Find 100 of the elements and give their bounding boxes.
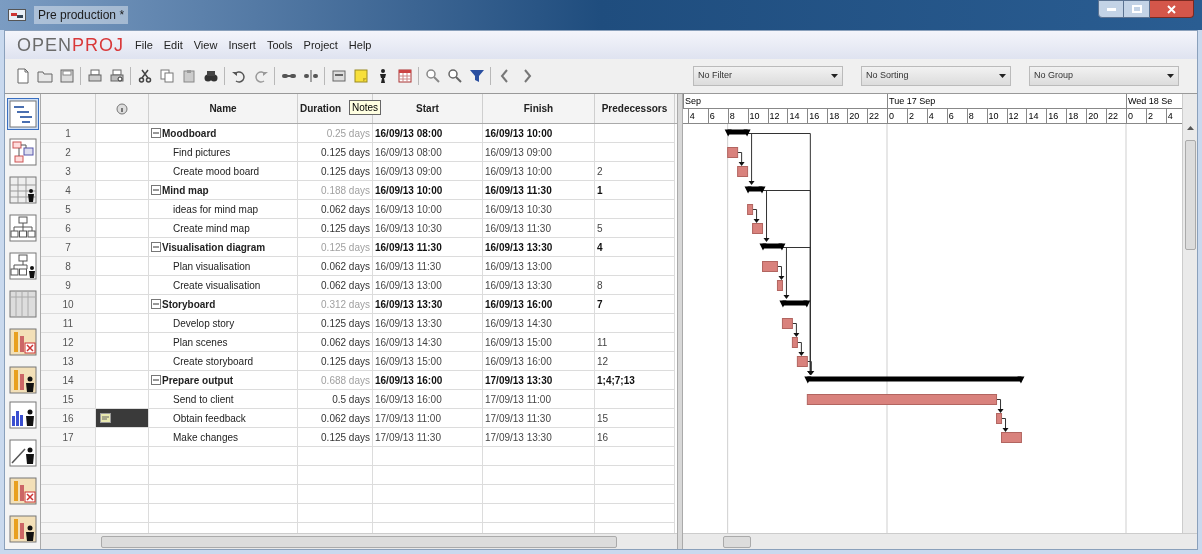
timescale-label: 8 [966,109,974,124]
scroll-thumb[interactable] [723,535,751,548]
indicator-cell[interactable] [96,238,149,257]
indicator-cell[interactable] [96,428,149,447]
print-icon[interactable] [86,68,103,84]
menu-item[interactable]: View [192,36,219,54]
undo-icon[interactable] [230,68,247,84]
column-header[interactable]: Predecessors [595,94,675,123]
indicator-cell[interactable] [96,371,149,390]
view-button[interactable] [6,364,39,396]
zoom-in-icon[interactable] [424,68,441,84]
close-button[interactable] [1150,0,1194,18]
collapse-icon[interactable] [151,185,161,195]
table-icon [8,290,37,318]
indicator-cell[interactable] [96,295,149,314]
task-bar[interactable] [996,413,1003,424]
indicator-cell[interactable] [96,219,149,238]
task-name: Storyboard [162,297,216,312]
task-bar[interactable] [781,318,793,329]
collapse-icon[interactable] [151,128,161,138]
collapse-icon[interactable] [151,375,161,385]
indicator-cell[interactable] [96,181,149,200]
calendar-icon[interactable] [396,68,413,84]
column-header[interactable]: Finish [483,94,595,123]
paste-icon[interactable] [180,68,197,84]
start-cell: 16/09/13 15:00 [373,352,483,371]
task-bar[interactable] [747,204,754,215]
folder-icon[interactable] [36,68,53,84]
indicator-cell[interactable] [96,333,149,352]
copy-icon[interactable] [158,68,175,84]
indicator-cell[interactable] [96,143,149,162]
redo-icon[interactable] [252,68,269,84]
chart-person-icon [8,515,37,543]
task-bar[interactable] [776,280,783,291]
summary-bar[interactable] [744,186,766,194]
summary-bar[interactable] [804,376,1025,384]
print-preview-icon[interactable] [108,68,125,84]
scroll-up-icon[interactable] [1186,126,1194,130]
filter-dropdown[interactable]: No Group [1029,66,1179,86]
cut-icon[interactable] [136,68,153,84]
indicator-cell[interactable] [96,276,149,295]
indicator-cell[interactable] [96,257,149,276]
task-name: Create visualisation [173,278,261,293]
new-document-icon[interactable] [14,68,31,84]
horizontal-scrollbar[interactable] [683,533,1197,549]
task-bar[interactable] [796,356,808,367]
summary-bar[interactable] [779,300,811,308]
column-header[interactable]: Name [149,94,298,123]
info-icon[interactable] [330,68,347,84]
task-bar[interactable] [737,166,749,177]
view-button[interactable] [6,250,39,282]
menu-item[interactable]: Tools [265,36,294,54]
indicator-cell[interactable] [96,162,149,181]
menu-item[interactable]: File [134,36,154,54]
view-button[interactable] [6,399,39,431]
filter-icon[interactable] [468,68,485,84]
task-bar[interactable] [727,147,739,158]
finish-cell: 16/09/13 13:30 [483,238,595,257]
unlink-icon[interactable] [302,68,319,84]
row-number: 2 [41,143,96,162]
row-number: 12 [41,333,96,352]
indicator-cell[interactable] [96,200,149,219]
vertical-scrollbar[interactable] [1182,94,1197,533]
save-icon[interactable] [58,68,75,84]
start-cell: 16/09/13 09:00 [373,162,483,181]
finish-cell: 17/09/13 13:30 [483,371,595,390]
filter-dropdown[interactable]: No Filter [693,66,843,86]
zoom-out-icon[interactable] [446,68,463,84]
view-button[interactable] [6,174,39,206]
chart-person-icon [8,366,37,394]
scroll-thumb[interactable] [101,535,617,548]
indicator-cell[interactable] [96,352,149,371]
task-bar[interactable] [791,337,798,348]
note-icon[interactable] [352,68,369,84]
menu-item[interactable]: Insert [227,36,257,54]
finish-cell: 16/09/13 10:00 [483,162,595,181]
view-button[interactable] [6,437,39,469]
indicator-cell[interactable] [96,124,149,143]
collapse-icon[interactable] [151,299,161,309]
summary-bar[interactable] [724,129,751,137]
indicator-cell[interactable] [96,314,149,333]
duration-cell: 0.125 days [298,428,373,447]
maximize-button[interactable] [1124,0,1150,18]
menu-item[interactable]: Help [347,36,373,54]
menu-item[interactable]: Edit [162,36,184,54]
task-name: Create storyboard [173,354,254,369]
collapse-icon[interactable] [151,242,161,252]
summary-bar[interactable] [759,243,786,251]
filter-dropdown[interactable]: No Sorting [861,66,1011,86]
duration-cell: 0.25 days [298,124,373,143]
finish-cell: 17/09/13 11:00 [483,390,595,409]
view-button[interactable] [6,513,39,545]
scroll-thumb[interactable] [1184,140,1196,250]
minimize-button[interactable] [1098,0,1124,18]
table-cell [96,466,149,485]
menu-item[interactable]: Project [302,36,339,54]
indicator-cell[interactable] [96,409,149,428]
binoculars-icon[interactable] [202,68,219,84]
duration-cell: 0.5 days [298,390,373,409]
horizontal-scrollbar[interactable] [41,533,677,549]
